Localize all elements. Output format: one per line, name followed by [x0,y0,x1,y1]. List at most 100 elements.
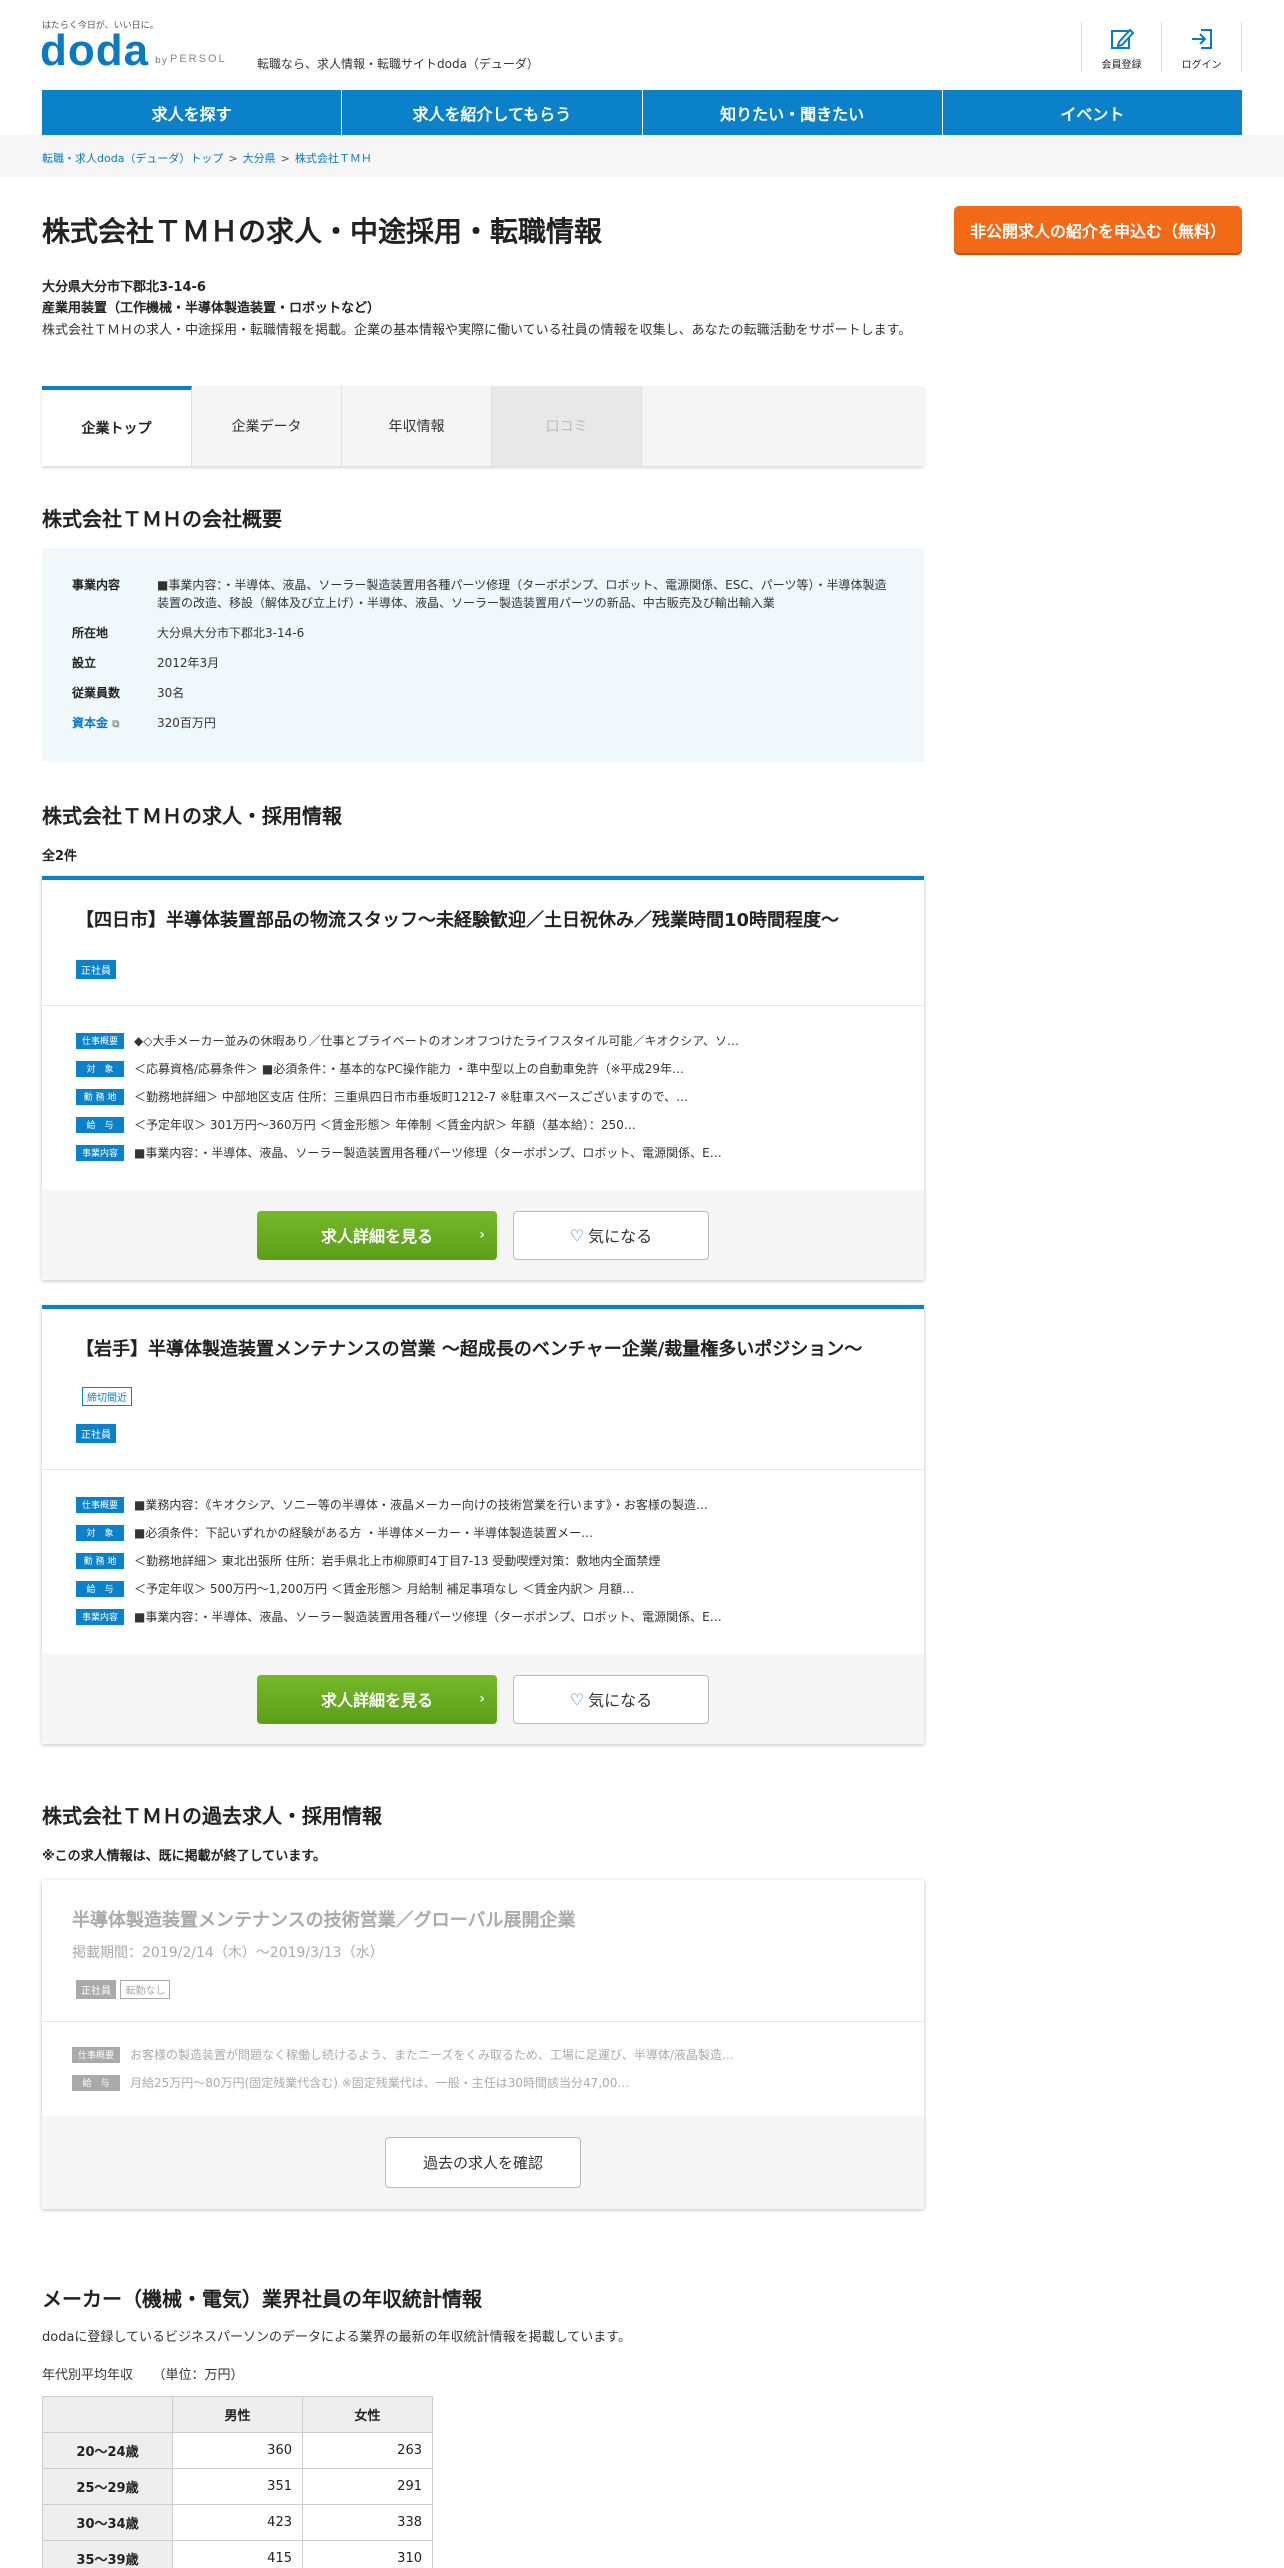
info-label: 勤 務 地 [76,1088,124,1105]
info-text: お客様の製造装置が問題なく稼働し続けるよう、またニーズをくみ取るため、工場に足運… [130,2048,734,2062]
age-band: 30～34歳 [42,2504,173,2541]
breadcrumb-home[interactable]: 転職・求人doda（デューダ）トップ [42,152,223,165]
male-salary: 351 [172,2468,303,2505]
job-badges: 締切間近 [42,1361,924,1406]
table-row: 30～34歳 423 338 [42,2504,433,2541]
favorite-button[interactable]: ♡ 気になる [513,1674,709,1724]
apply-private-jobs-button[interactable]: 非公開求人の紹介を申込む（無料） [954,206,1242,253]
info-text: ■事業内容：・半導体、液晶、ソーラー製造装置用各種パーツ修理（ターボポンプ、ロボ… [134,1146,722,1160]
header-buttons: 会員登録 ログイン [1081,22,1242,72]
past-job-info: 仕事概要 お客様の製造装置が問題なく稼働し続けるよう、またニーズをくみ取るため、工… [42,2022,924,2116]
job-info-row: 事業内容 ■事業内容：・半導体、液晶、ソーラー製造装置用各種パーツ修理（ターボポン… [76,1608,890,1625]
age-band: 25～29歳 [42,2468,173,2505]
job-title[interactable]: 【四日市】半導体装置部品の物流スタッフ～未経験歓迎／土日祝休み／残業時間10時間… [42,880,924,932]
detail-label: 求人詳細を見る [320,1227,433,1246]
past-job-badges: 正社員 転勤なし [42,1962,924,2021]
breadcrumb-company[interactable]: 株式会社ＴＭＨ [295,152,372,165]
job-info-row: 給 与 ＜予定年収＞ 301万円～360万円 ＜賃金形態＞ 年俸制 ＜賃金内訳＞ … [76,1116,890,1133]
no-transfer-badge: 転勤なし [120,1980,171,1999]
company-address: 大分県大分市下郡北3-14-6 [42,280,206,295]
nav-learn-ask[interactable]: 知りたい・聞きたい [643,90,943,135]
past-info-row: 給 与月給25万円～80万円(固定残業代含む) ※固定残業代は、一般・主任は30… [72,2074,894,2091]
job-info: 仕事概要 ◆◇大手メーカー並みの休暇あり／仕事とプライベートのオンオフつけたライフ… [42,1006,924,1190]
job-badges: 正社員 [42,932,924,1005]
job-detail-button[interactable]: 求人詳細を見る › [257,1674,497,1724]
capital-link[interactable]: 資本金 ⧉ [72,714,157,734]
job-info-row: 仕事概要 ◆◇大手メーカー並みの休暇あり／仕事とプライベートのオンオフつけたライフ… [76,1032,890,1049]
company-industry: 産業用装置（工作機械・半導体製造装置・ロボットなど） [42,301,381,316]
age-band: 20～24歳 [42,2432,173,2469]
overview-row: 事業内容 ■事業内容：・半導体、液晶、ソーラー製造装置用各種パーツ修理（ターボポ… [72,576,894,612]
salary-stats-description: dodaに登録しているビジネスパーソンのデータによる業界の最新の年収統計情報を掲… [42,2330,631,2345]
login-icon [1191,29,1212,49]
overview-row: 従業員数 30名 [72,684,894,702]
employment-badge: 正社員 [76,1980,116,1999]
edit-icon [1110,28,1134,49]
male-salary: 415 [172,2540,303,2568]
login-button[interactable]: ログイン [1162,22,1242,72]
page-title: 株式会社ＴＭＨの求人・中途採用・転職情報 [42,215,603,248]
chevron-right-icon: › [479,1691,485,1707]
breadcrumb: 転職・求人doda（デューダ）トップ > 大分県 > 株式会社ＴＭＨ [42,150,372,166]
overview-key: 従業員数 [72,686,121,700]
column-header-female: 女性 [302,2396,433,2433]
job-info-row: 対 象 ■必須条件：下記いずれかの経験がある方 ・半導体メーカー・半導体製造装置メ… [76,1524,890,1541]
nav-search-jobs[interactable]: 求人を探す [42,90,343,135]
past-job-period: 掲載期間：2019/2/14（木）～2019/3/13（水） [72,1945,384,1961]
tab-company-top[interactable]: 企業トップ [42,386,192,466]
info-text: ◆◇大手メーカー並みの休暇あり／仕事とプライベートのオンオフつけたライフスタイル… [134,1034,740,1048]
past-jobs-note: ※この求人情報は、既に掲載が終了しています。 [42,1849,326,1864]
nav-events[interactable]: イベント [943,90,1242,135]
favorite-label: 気になる [588,1691,653,1710]
breadcrumb-sep: > [228,152,238,165]
past-job-card: 半導体製造装置メンテナンスの技術営業／グローバル展開企業 掲載期間：2019/2… [42,1880,924,2209]
job-info-row: 給 与 ＜予定年収＞ 500万円～1,200万円 ＜賃金形態＞ 月給制 補足事項な… [76,1580,890,1597]
persol-logo: PERSOL [170,53,227,65]
breadcrumb-prefecture[interactable]: 大分県 [243,152,276,165]
chevron-right-icon: › [479,1227,485,1243]
past-info-row: 仕事概要 お客様の製造装置が問題なく稼働し続けるよう、またニーズをくみ取るため、工… [72,2046,894,2063]
overview-value: 大分県大分市下郡北3-14-6 [157,626,305,640]
info-text: ＜予定年収＞ 500万円～1,200万円 ＜賃金形態＞ 月給制 補足事項なし ＜… [134,1582,635,1596]
job-actions: 求人詳細を見る › ♡ 気になる [42,1190,924,1280]
job-actions: 求人詳細を見る › ♡ 気になる [42,1654,924,1744]
register-button[interactable]: 会員登録 [1082,22,1162,72]
info-label: 仕事概要 [76,1496,124,1513]
heart-icon: ♡ [569,1689,585,1709]
favorite-button[interactable]: ♡ 気になる [513,1210,709,1260]
overview-value: 320百万円 [157,716,216,730]
doda-logo[interactable]: doda [40,26,149,76]
info-text: ＜予定年収＞ 301万円～360万円 ＜賃金形態＞ 年俸制 ＜賃金内訳＞ 年額（… [134,1118,636,1132]
info-text: ■必須条件：下記いずれかの経験がある方 ・半導体メーカー・半導体製造装置メー… [134,1526,594,1540]
female-salary: 291 [302,2468,433,2505]
view-past-jobs-button[interactable]: 過去の求人を確認 [385,2137,581,2188]
info-label: 給 与 [76,1116,124,1133]
table-corner [42,2396,173,2433]
breadcrumb-sep: > [280,152,290,165]
favorite-label: 気になる [588,1227,653,1246]
overview-key: 所在地 [72,626,109,640]
heart-icon: ♡ [569,1225,585,1245]
employment-badge: 正社員 [76,960,116,979]
register-label: 会員登録 [1101,60,1142,71]
tab-company-data[interactable]: 企業データ [192,386,342,466]
job-info: 仕事概要 ■業務内容：《キオクシア、ソニー等の半導体・液晶メーカー向けの技術営業を… [42,1470,924,1654]
job-info-row: 事業内容 ■事業内容：・半導体、液晶、ソーラー製造装置用各種パーツ修理（ターボポン… [76,1144,890,1161]
job-info-row: 勤 務 地 ＜勤務地詳細＞ 東北出張所 住所：岩手県北上市柳原町4丁目7-13 受… [76,1552,890,1569]
overview-key: 事業内容 [72,578,121,592]
job-title[interactable]: 【岩手】半導体製造装置メンテナンスの営業 ～超成長のベンチャー企業/裁量権多いポ… [42,1309,924,1361]
employment-badge: 正社員 [76,1424,116,1443]
job-detail-button[interactable]: 求人詳細を見る › [257,1210,497,1260]
info-label: 対 象 [76,1060,124,1077]
info-text: ＜応募資格/応募条件＞ ■必須条件：・基本的なPC操作能力 ・準中型以上の自動車… [134,1062,684,1076]
info-label: 仕事概要 [72,2046,120,2063]
deadline-badge: 締切間近 [82,1387,132,1406]
past-jobs-heading: 株式会社ＴＭＨの過去求人・採用情報 [42,1804,382,1828]
past-job-title: 半導体製造装置メンテナンスの技術営業／グローバル展開企業 [72,1910,576,1931]
job-card: 【四日市】半導体装置部品の物流スタッフ～未経験歓迎／土日祝休み／残業時間10時間… [42,876,924,1280]
nav-job-introduction[interactable]: 求人を紹介してもらう [342,90,643,135]
past-job-actions: 過去の求人を確認 [42,2116,924,2209]
overview-value: ■事業内容：・半導体、液晶、ソーラー製造装置用各種パーツ修理（ターボポンプ、ロボ… [157,578,887,610]
tab-salary[interactable]: 年収情報 [342,386,492,466]
info-label: 事業内容 [76,1608,124,1625]
